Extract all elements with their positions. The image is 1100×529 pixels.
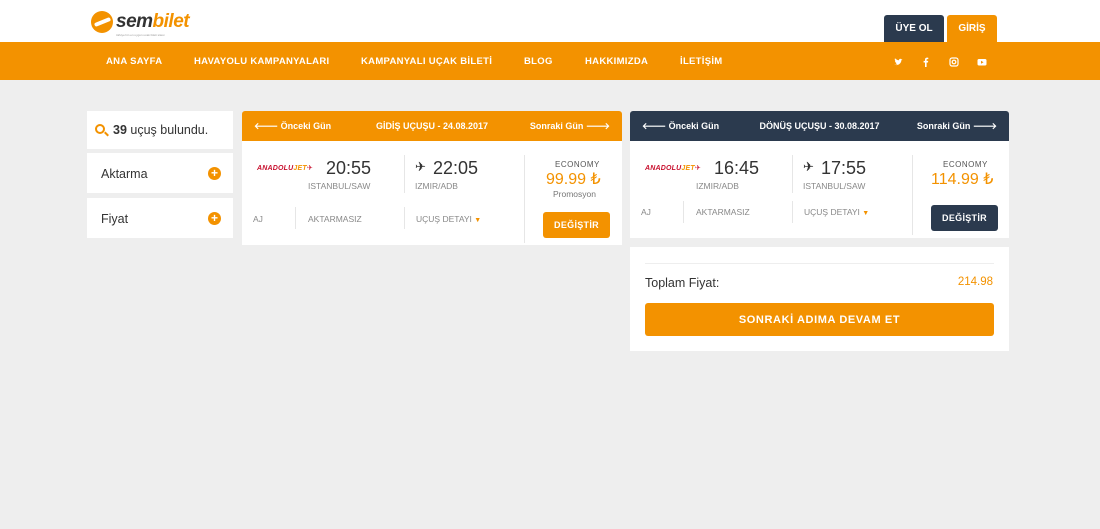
return-change-button[interactable]: DEĞİŞTİR — [931, 205, 998, 231]
arrival-airport: ISTANBUL/SAW — [803, 181, 866, 191]
departure-time: 16:45 — [714, 158, 760, 178]
flight-detail-toggle[interactable]: UÇUŞ DETAYI ▼ — [804, 207, 869, 217]
results-count-box: 39 uçuş bulundu. — [87, 111, 233, 149]
continue-next-step-button[interactable]: SONRAKİ ADIMA DEVAM ET — [645, 303, 994, 336]
cabin-class: ECONOMY — [943, 160, 988, 169]
logo-text: sembilet — [116, 11, 190, 32]
arrival-time: 17:55 — [821, 158, 867, 178]
outbound-flight-card: ANADOLUJET✈ 20:55 ISTANBUL/SAW ✈ 22:05 I… — [242, 141, 622, 245]
filter-transfer[interactable]: Aktarma + — [87, 153, 233, 193]
divider — [524, 155, 525, 243]
return-next-day-link[interactable]: Sonraki Gün 🡒 — [917, 121, 997, 132]
caret-down-icon: ▼ — [474, 217, 482, 224]
filter-label: Aktarma — [101, 167, 148, 181]
return-flight-header: 🡐 Önceki Gün DÖNÜŞ UÇUŞU - 30.08.2017 So… — [630, 111, 1009, 141]
facebook-icon[interactable] — [921, 57, 931, 67]
sembilet-logo[interactable]: sembilet türkiye'nin en uygun ucak bilet… — [91, 11, 190, 37]
return-flight-card: ANADOLUJET✈ 16:45 IZMIR/ADB ✈ 17:55 ISTA… — [630, 141, 1009, 238]
logo-tagline: türkiye'nin en uygun ucak bileti sitesi — [116, 33, 165, 37]
twitter-icon[interactable] — [893, 57, 903, 67]
outbound-next-day-link[interactable]: Sonraki Gün 🡒 — [530, 121, 610, 132]
plane-icon: ✈ — [803, 159, 814, 174]
anadolujet-logo: ANADOLUJET✈ — [645, 165, 701, 172]
results-count: 39 uçuş bulundu. — [113, 123, 209, 137]
instagram-icon[interactable] — [949, 57, 959, 67]
total-price-value: 214.98 — [957, 276, 993, 288]
cabin-class: ECONOMY — [555, 160, 600, 169]
nav-item-home[interactable]: ANA SAYFA — [106, 56, 162, 67]
transfer-status: AKTARMASIZ — [696, 207, 750, 217]
departure-airport: IZMIR/ADB — [696, 181, 739, 191]
nav-item-airline-campaigns[interactable]: HAVAYOLU KAMPANYALARI — [194, 56, 329, 67]
arrow-right-icon: 🡒 — [972, 121, 997, 131]
arrival-time: 22:05 — [433, 158, 479, 178]
price-summary-card: Toplam Fiyat: 214.98 SONRAKİ ADIMA DEVAM… — [630, 247, 1009, 351]
nav-item-about[interactable]: HAKKIMIZDA — [585, 56, 648, 67]
filter-price[interactable]: Fiyat + — [87, 198, 233, 238]
promo-label: Promosyon — [553, 189, 596, 199]
flight-detail-toggle[interactable]: UÇUŞ DETAYI ▼ — [416, 214, 481, 224]
return-price: 114.99 ₺ — [931, 171, 994, 188]
nav-item-discount-tickets[interactable]: KAMPANYALI UÇAK BİLETİ — [361, 56, 492, 67]
divider — [792, 201, 793, 223]
plane-icon: ✈ — [415, 159, 426, 174]
anadolujet-logo: ANADOLUJET✈ — [257, 165, 313, 172]
divider — [295, 207, 296, 229]
filter-label: Fiyat — [101, 212, 129, 226]
total-price-label: Toplam Fiyat: — [645, 276, 720, 290]
youtube-icon[interactable] — [977, 57, 987, 67]
airline-code: AJ — [253, 214, 263, 224]
divider — [683, 201, 684, 223]
expand-plus-icon[interactable]: + — [208, 167, 221, 180]
main-nav: ANA SAYFA HAVAYOLU KAMPANYALARI KAMPANYA… — [0, 42, 1100, 80]
search-icon — [95, 124, 105, 134]
divider — [404, 155, 405, 193]
arrival-airport: IZMIR/ADB — [415, 181, 458, 191]
expand-plus-icon[interactable]: + — [208, 212, 221, 225]
divider — [645, 263, 994, 264]
outbound-flight-header: 🡐 Önceki Gün GİDİŞ UÇUŞU - 24.08.2017 So… — [242, 111, 622, 141]
departure-airport: ISTANBUL/SAW — [308, 181, 371, 191]
top-bar: sembilet türkiye'nin en uygun ucak bilet… — [0, 0, 1100, 42]
divider — [404, 207, 405, 229]
outbound-change-button[interactable]: DEĞİŞTİR — [543, 212, 610, 238]
logo-plane-icon — [91, 11, 113, 33]
register-button[interactable]: ÜYE OL — [884, 15, 944, 42]
arrow-right-icon: 🡒 — [585, 121, 610, 131]
departure-time: 20:55 — [326, 158, 372, 178]
airline-code: AJ — [641, 207, 651, 217]
transfer-status: AKTARMASIZ — [308, 214, 362, 224]
nav-item-blog[interactable]: BLOG — [524, 56, 553, 67]
login-button[interactable]: GİRİŞ — [947, 15, 997, 42]
divider — [792, 155, 793, 193]
outbound-price: 99.99 ₺ — [546, 171, 601, 188]
caret-down-icon: ▼ — [862, 210, 870, 217]
divider — [912, 155, 913, 235]
nav-item-contact[interactable]: İLETİŞİM — [680, 56, 723, 67]
